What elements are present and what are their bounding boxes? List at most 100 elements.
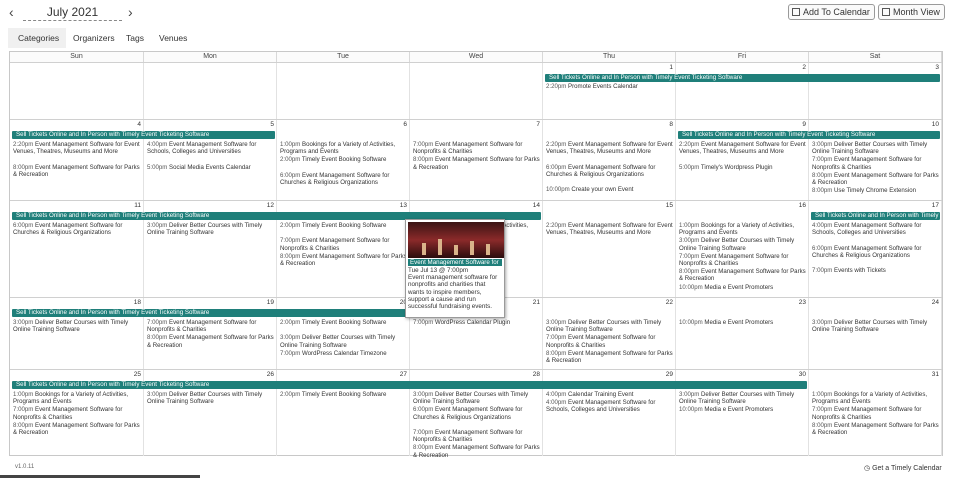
day-number[interactable]: 5: [270, 121, 274, 128]
day-number[interactable]: 17: [932, 202, 939, 209]
event-item[interactable]: 3:00pm Deliver Better Courses with Timel…: [812, 319, 939, 333]
event-item[interactable]: 8:00pm Event Management Software for Par…: [13, 422, 141, 436]
event-item[interactable]: 7:00pm Event Management Software for Non…: [413, 141, 540, 155]
day-number[interactable]: 11: [134, 202, 141, 209]
event-item[interactable]: 8:00pm Event Management Software for Par…: [679, 268, 806, 282]
event-item[interactable]: 6:00pm Event Management Software for Chu…: [280, 172, 407, 186]
event-item[interactable]: 10:00pm Media e Event Promoters: [679, 319, 806, 326]
day-number[interactable]: 1: [669, 64, 673, 71]
add-to-calendar-button[interactable]: Add To Calendar: [788, 4, 875, 20]
event-item[interactable]: 3:00pm Deliver Better Courses with Timel…: [546, 319, 673, 333]
day-cell[interactable]: 15: [543, 201, 676, 297]
event-item[interactable]: 7:00pm Event Management Software for Non…: [679, 253, 806, 267]
event-item[interactable]: 2:20pm Event Management Software for Eve…: [546, 141, 673, 155]
event-item[interactable]: 3:00pm Deliver Better Courses with Timel…: [13, 319, 141, 333]
tab-categories[interactable]: Categories: [8, 28, 66, 48]
day-number[interactable]: 30: [799, 371, 806, 378]
day-number[interactable]: 3: [935, 64, 939, 71]
event-item[interactable]: 8:00pm Event Management Software for Par…: [546, 350, 673, 364]
day-number[interactable]: 10: [932, 121, 939, 128]
event-item[interactable]: 8:00pm Event Management Software for Par…: [413, 444, 540, 458]
event-item[interactable]: 7:00pm Event Management Software for Non…: [280, 237, 407, 251]
event-popup[interactable]: Event Management Software for Tue Jul 13…: [405, 219, 505, 318]
event-item[interactable]: 4:00pm Event Management Software for Sch…: [812, 222, 939, 236]
event-item[interactable]: 6:00pm Event Management Software for Chu…: [413, 406, 540, 420]
get-timely-link[interactable]: ◷ Get a Timely Calendar: [864, 464, 942, 472]
event-item[interactable]: 1:00pm Bookings for a Variety of Activit…: [13, 391, 141, 405]
event-item[interactable]: 8:00pm Event Management Software for Par…: [147, 334, 274, 348]
day-number[interactable]: 26: [267, 371, 274, 378]
event-item[interactable]: 2:00pm Timely Event Booking Software: [280, 391, 407, 398]
event-item[interactable]: 5:00pm Timely's Wordpress Plugin: [679, 164, 806, 171]
day-number[interactable]: 14: [533, 202, 540, 209]
event-item[interactable]: 2:20pm Event Management Software for Eve…: [546, 222, 673, 236]
event-item[interactable]: 8:00pm Event Management Software for Par…: [812, 172, 939, 186]
multiday-event-bar[interactable]: Sell Tickets Online and In Person with T…: [12, 309, 408, 317]
event-item[interactable]: 7:00pm Event Management Software for Non…: [812, 406, 939, 420]
day-cell[interactable]: [277, 63, 410, 119]
event-item[interactable]: 2:20pm Event Management Software for Eve…: [13, 141, 141, 155]
event-item[interactable]: 3:00pm Deliver Better Courses with Timel…: [413, 391, 540, 405]
event-item[interactable]: 10:00pm Media e Event Promoters: [679, 284, 806, 291]
day-number[interactable]: 29: [666, 371, 673, 378]
event-item[interactable]: 8:00pm Event Management Software for Par…: [280, 253, 407, 267]
event-item[interactable]: 7:00pm Event Management Software for Non…: [13, 406, 141, 420]
event-item[interactable]: 1:00pm Bookings for a Variety of Activit…: [679, 222, 806, 236]
event-item[interactable]: 8:00pm Event Management Software for Par…: [13, 164, 141, 178]
event-item[interactable]: 2:00pm Timely Event Booking Software: [280, 222, 407, 229]
day-number[interactable]: 2: [802, 64, 806, 71]
multiday-event-bar[interactable]: Sell Tickets Online and In Person with T…: [545, 74, 940, 82]
day-cell[interactable]: 24: [809, 298, 942, 369]
day-number[interactable]: 6: [403, 121, 407, 128]
tab-venues[interactable]: Venues: [159, 28, 187, 48]
day-number[interactable]: 31: [932, 371, 939, 378]
event-item[interactable]: 3:00pm Deliver Better Courses with Timel…: [679, 391, 806, 405]
multiday-event-bar[interactable]: Sell Tickets Online and In Person with T…: [678, 131, 940, 139]
event-item[interactable]: 8:00pm Event Management Software for Par…: [812, 422, 939, 436]
day-cell[interactable]: 1: [543, 63, 676, 119]
day-number[interactable]: 4: [137, 121, 141, 128]
event-item[interactable]: 3:00pm Deliver Better Courses with Timel…: [679, 237, 806, 251]
event-item[interactable]: 2:00pm Timely Event Booking Software: [280, 156, 407, 163]
event-item[interactable]: 1:00pm Bookings for a Variety of Activit…: [812, 391, 939, 405]
event-item[interactable]: 7:00pm Event Management Software for Non…: [413, 429, 540, 443]
multiday-event-bar[interactable]: Sell Tickets Online and In Person with T…: [811, 212, 940, 220]
event-item[interactable]: 2:20pm Promote Events Calendar: [546, 83, 673, 90]
event-item[interactable]: 10:00pm Media e Event Promoters: [679, 406, 806, 413]
multiday-event-bar[interactable]: Sell Tickets Online and In Person with T…: [12, 381, 807, 389]
day-cell[interactable]: [10, 63, 144, 119]
day-cell[interactable]: 23: [676, 298, 809, 369]
day-cell[interactable]: [144, 63, 277, 119]
event-item[interactable]: 3:00pm Deliver Better Courses with Timel…: [147, 222, 274, 236]
day-number[interactable]: 25: [134, 371, 141, 378]
event-item[interactable]: 7:00pm Event Management Software for Non…: [546, 334, 673, 348]
next-month-button[interactable]: ›: [128, 5, 133, 19]
event-item[interactable]: 7:00pm WordPress Calendar Timezone: [280, 350, 407, 357]
day-number[interactable]: 21: [533, 299, 540, 306]
event-item[interactable]: 2:20pm Event Management Software for Eve…: [679, 141, 806, 155]
event-item[interactable]: 4:00pm Event Management Software for Sch…: [147, 141, 274, 155]
event-item[interactable]: 6:00pm Event Management Software for Chu…: [546, 164, 673, 178]
event-item[interactable]: 8:00pm Use Timely Chrome Extension: [812, 187, 939, 194]
day-number[interactable]: 15: [666, 202, 673, 209]
day-number[interactable]: 16: [799, 202, 806, 209]
multiday-event-bar[interactable]: Sell Tickets Online and In Person with T…: [12, 131, 275, 139]
day-cell[interactable]: 2: [676, 63, 809, 119]
day-number[interactable]: 22: [666, 299, 673, 306]
event-item[interactable]: 6:00pm Event Management Software for Chu…: [13, 222, 141, 236]
event-item[interactable]: 2:00pm Timely Event Booking Software: [280, 319, 407, 326]
event-item[interactable]: 5:00pm Social Media Events Calendar: [147, 164, 274, 171]
event-item[interactable]: 3:00pm Deliver Better Courses with Timel…: [147, 391, 274, 405]
event-item[interactable]: 7:00pm Events with Tickets: [812, 267, 939, 274]
day-cell[interactable]: [410, 63, 543, 119]
month-view-button[interactable]: Month View: [878, 4, 945, 20]
day-number[interactable]: 13: [400, 202, 407, 209]
day-number[interactable]: 8: [669, 121, 673, 128]
event-item[interactable]: 4:00pm Event Management Software for Sch…: [546, 399, 673, 413]
tab-organizers[interactable]: Organizers: [73, 28, 115, 48]
event-item[interactable]: 3:00pm Deliver Better Courses with Timel…: [280, 334, 407, 348]
event-item[interactable]: 8:00pm Event Management Software for Par…: [413, 156, 540, 170]
day-number[interactable]: 28: [533, 371, 540, 378]
event-item[interactable]: 3:00pm Deliver Better Courses with Timel…: [812, 141, 939, 155]
prev-month-button[interactable]: ‹: [9, 5, 14, 19]
